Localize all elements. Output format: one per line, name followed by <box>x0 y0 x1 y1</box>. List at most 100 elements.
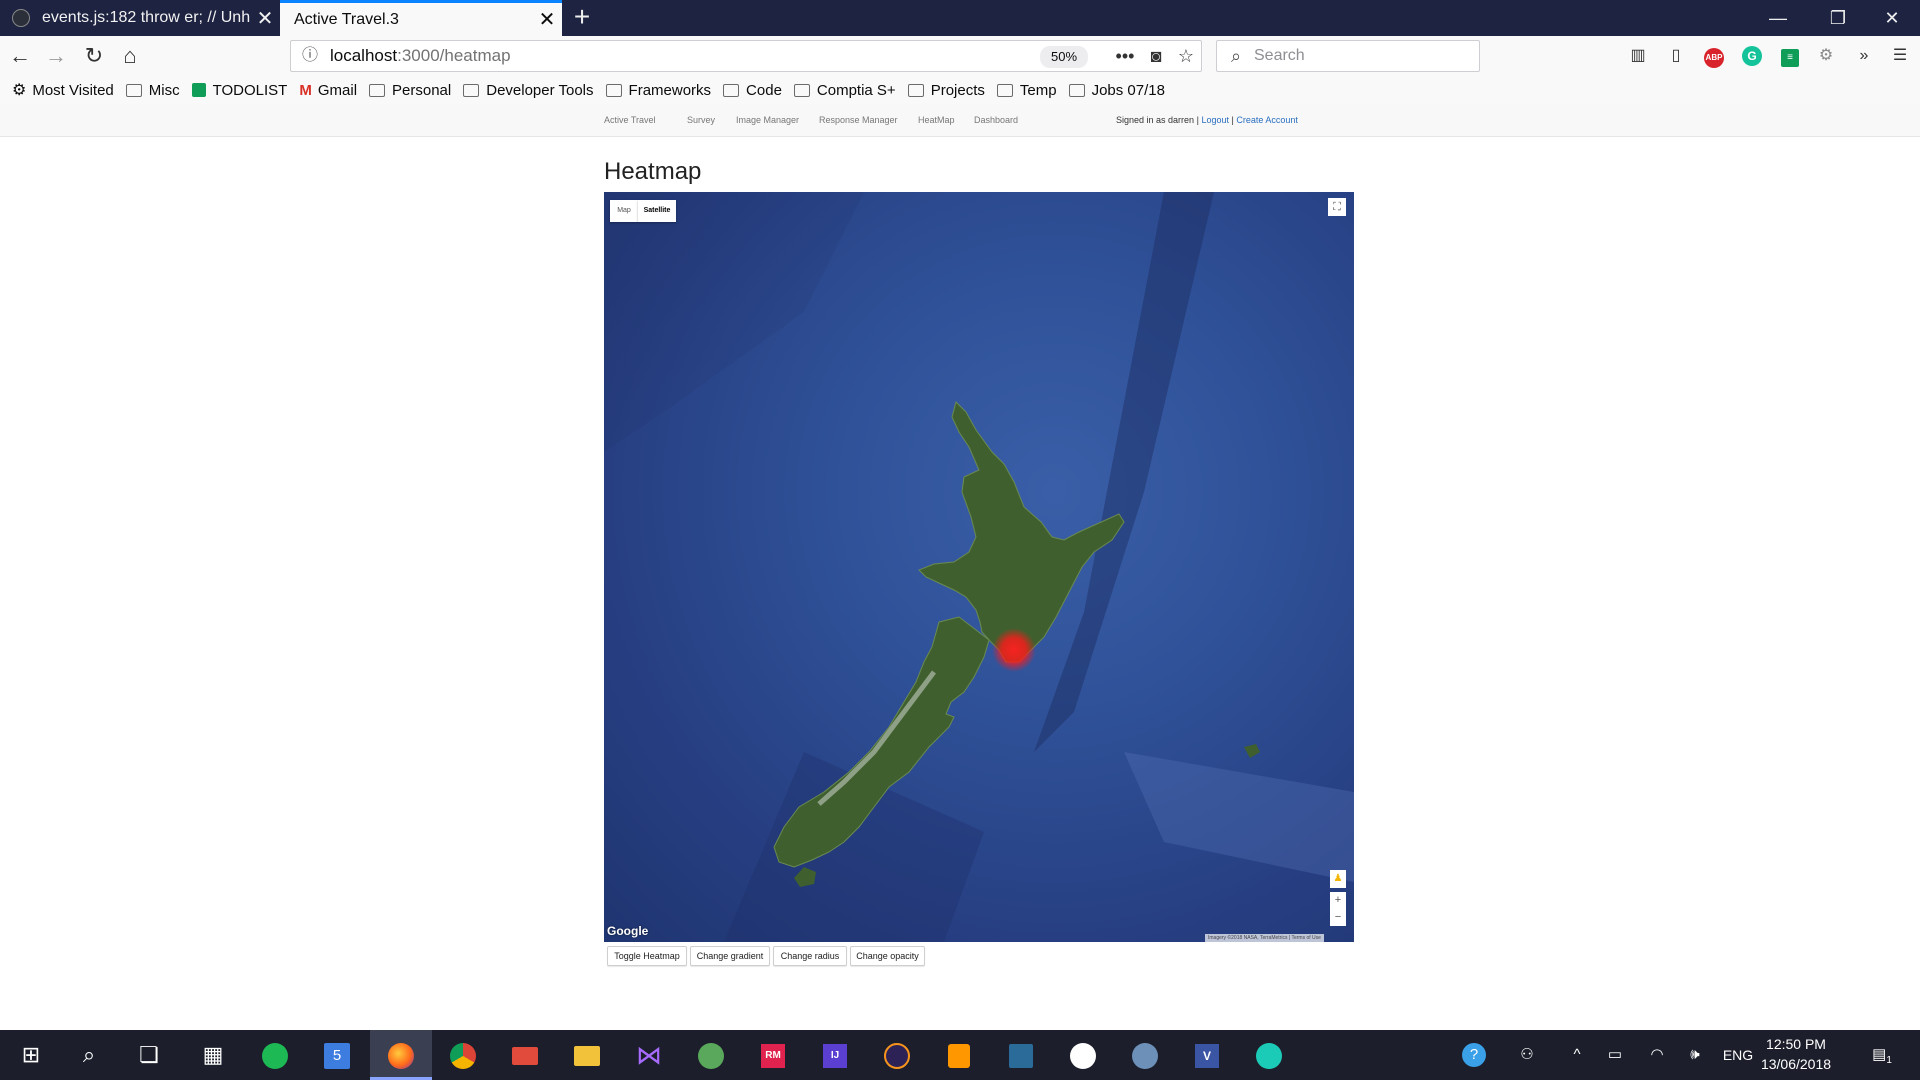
bookmark-label: Jobs 07/18 <box>1091 81 1165 99</box>
bookmark-projects[interactable]: Projects <box>907 82 985 99</box>
people-icon[interactable]: ⚇ <box>1512 1030 1542 1080</box>
bookmark-jobs[interactable]: Jobs 07/18 <box>1068 81 1165 99</box>
tab-active-travel[interactable]: Active Travel.3 ✕ <box>280 0 562 36</box>
folder-icon <box>723 83 740 97</box>
grammarly-icon[interactable]: G <box>1738 42 1766 70</box>
url-text[interactable]: localhost:3000/heatmap <box>330 40 511 72</box>
chrome-icon[interactable] <box>432 1030 494 1080</box>
search-input[interactable]: Search <box>1254 40 1305 72</box>
nav-dashboard[interactable]: Dashboard <box>974 104 1018 136</box>
bookmark-most-visited[interactable]: ⚙ Most Visited <box>12 80 114 100</box>
bookmark-star-icon[interactable]: ☆ <box>1172 40 1200 72</box>
bookmark-personal[interactable]: Personal <box>369 82 451 99</box>
settings-gear-icon[interactable]: ⚙ <box>1812 42 1840 70</box>
bookmark-temp[interactable]: Temp <box>996 81 1057 99</box>
search-icon[interactable]: ⌕ <box>58 1030 120 1080</box>
nav-response-manager[interactable]: Response Manager <box>819 104 898 136</box>
hamburger-menu-icon[interactable]: ☰ <box>1886 42 1914 70</box>
library-icon[interactable]: ▥ <box>1624 42 1652 70</box>
minimize-icon[interactable]: — <box>1748 0 1808 36</box>
reload-icon[interactable]: ↻ <box>76 36 112 76</box>
spotify-icon[interactable] <box>244 1030 306 1080</box>
change-radius-button[interactable]: Change radius <box>773 946 847 966</box>
restore-icon[interactable]: ❐ <box>1808 0 1868 36</box>
bookmark-comptia[interactable]: Comptia S+ <box>793 81 896 99</box>
home-icon[interactable]: ⌂ <box>112 36 148 76</box>
intellij-icon[interactable]: IJ <box>804 1030 866 1080</box>
task-view-icon[interactable]: ❏ <box>118 1030 180 1080</box>
nav-survey[interactable]: Survey <box>687 104 715 136</box>
create-account-link[interactable]: Create Account <box>1236 115 1298 125</box>
url-path: :3000/heatmap <box>397 46 511 65</box>
close-icon[interactable]: ✕ <box>532 7 562 32</box>
sidebar-icon[interactable]: ▯ <box>1662 42 1690 70</box>
change-opacity-button[interactable]: Change opacity <box>850 946 925 966</box>
mail-icon[interactable] <box>494 1030 556 1080</box>
adblock-icon[interactable]: ABP <box>1700 42 1728 70</box>
sheets-extension-icon[interactable]: ≡ <box>1776 42 1804 70</box>
heatmap-point <box>992 628 1036 672</box>
spreadsheet-icon <box>191 83 206 97</box>
toggle-heatmap-button[interactable]: Toggle Heatmap <box>607 946 687 966</box>
postgresql-icon[interactable] <box>1114 1030 1176 1080</box>
nav-image-manager[interactable]: Image Manager <box>736 104 799 136</box>
file-explorer-icon[interactable] <box>556 1030 618 1080</box>
workbench-icon[interactable] <box>990 1030 1052 1080</box>
bookmark-code[interactable]: Code <box>723 82 782 99</box>
window-close-icon[interactable]: ✕ <box>1862 0 1920 36</box>
calculator-icon[interactable]: ▦ <box>182 1030 244 1080</box>
eclipse-icon[interactable] <box>866 1030 928 1080</box>
bookmark-label: TODOLIST <box>212 81 288 99</box>
clock-time: 12:50 PM <box>1766 1036 1826 1052</box>
fullscreen-icon[interactable]: ⛶ <box>1328 198 1346 216</box>
bookmark-label: Comptia S+ <box>816 81 896 99</box>
language-indicator[interactable]: ENG <box>1718 1030 1758 1080</box>
heatmap-map[interactable] <box>604 192 1354 942</box>
system-clock[interactable]: 12:50 PM 13/06/2018 <box>1756 1034 1836 1074</box>
forward-icon[interactable]: → <box>38 36 74 76</box>
bookmark-gmail[interactable]: M Gmail <box>299 82 357 99</box>
help-icon[interactable]: ? <box>1456 1030 1492 1080</box>
map-type-map-button[interactable]: Map <box>610 200 638 222</box>
windows-start-icon[interactable]: ⊞ <box>0 1030 62 1080</box>
visio-icon[interactable]: V <box>1176 1030 1238 1080</box>
bookmark-misc[interactable]: Misc <box>125 82 180 99</box>
bookmark-label: Temp <box>1019 81 1057 99</box>
notification-center-icon[interactable]: ▤1 <box>1862 1030 1902 1080</box>
info-icon[interactable]: ⓘ <box>300 40 320 72</box>
pocket-icon[interactable]: ◙ <box>1142 40 1170 72</box>
sublime-text-icon[interactable] <box>928 1030 990 1080</box>
close-icon[interactable]: ✕ <box>250 6 280 31</box>
bookmark-developer-tools[interactable]: Developer Tools <box>463 82 594 99</box>
firefox-icon[interactable] <box>370 1030 432 1080</box>
calendar-icon[interactable]: 5 <box>306 1030 368 1080</box>
page-actions-icon[interactable]: ••• <box>1110 40 1140 72</box>
change-gradient-button[interactable]: Change gradient <box>690 946 770 966</box>
android-studio-icon[interactable] <box>680 1030 742 1080</box>
visual-studio-icon[interactable]: ⋈ <box>618 1030 680 1080</box>
battery-icon[interactable]: ▭ <box>1600 1030 1630 1080</box>
folder-icon <box>369 83 386 97</box>
zoom-indicator[interactable]: 50% <box>1040 46 1088 68</box>
bookmark-todolist[interactable]: TODOLIST <box>191 81 288 99</box>
bookmark-frameworks[interactable]: Frameworks <box>605 82 711 99</box>
back-icon[interactable]: ← <box>2 36 38 76</box>
tab-events-js[interactable]: events.js:182 throw er; // Unhandled ✕ <box>0 0 280 36</box>
logout-link[interactable]: Logout <box>1201 115 1229 125</box>
nav-active-travel[interactable]: Active Travel <box>604 104 656 136</box>
wifi-icon[interactable]: ◠ <box>1642 1030 1672 1080</box>
nav-heatmap[interactable]: HeatMap <box>918 104 955 136</box>
rubymine-icon[interactable]: RM <box>742 1030 804 1080</box>
terms-link[interactable]: Terms of Use <box>1291 935 1320 941</box>
teal-app-icon[interactable] <box>1238 1030 1300 1080</box>
folder-icon <box>793 83 810 97</box>
zoom-in-button[interactable]: + <box>1330 892 1346 909</box>
show-hidden-icons-chevron[interactable]: ^ <box>1562 1030 1592 1080</box>
overflow-chevron-icon[interactable]: » <box>1850 42 1878 70</box>
mongodb-compass-icon[interactable] <box>1052 1030 1114 1080</box>
zoom-out-button[interactable]: − <box>1330 909 1346 926</box>
new-tab-button[interactable]: + <box>566 0 598 36</box>
map-type-satellite-button[interactable]: Satellite <box>638 200 676 222</box>
volume-icon[interactable]: 🕪 <box>1680 1030 1710 1080</box>
pegman-icon[interactable]: ♟ <box>1330 870 1346 888</box>
